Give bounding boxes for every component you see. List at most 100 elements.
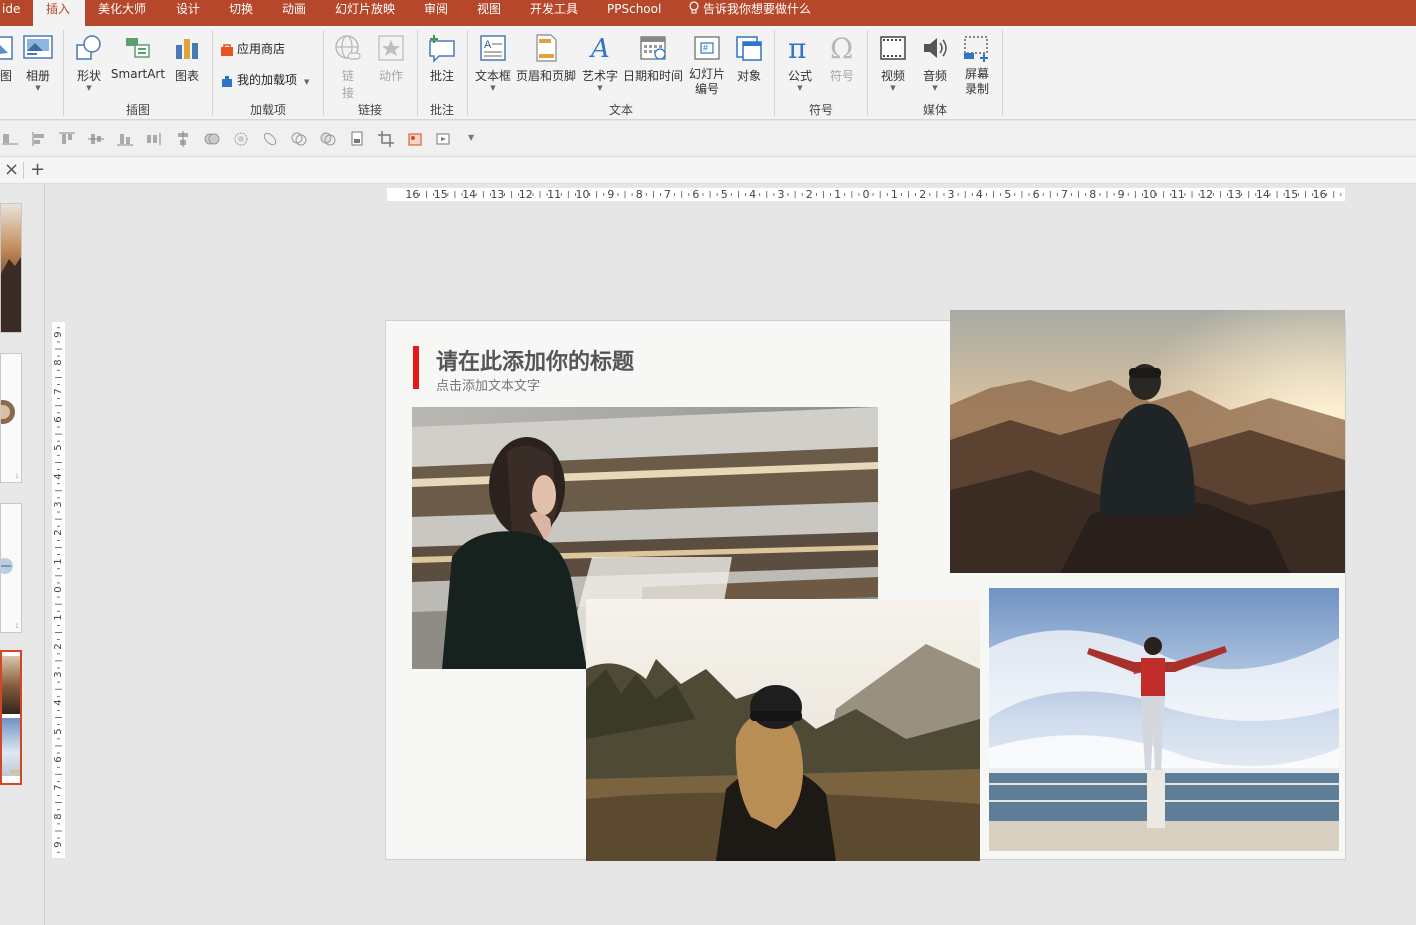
- combine-shapes-icon[interactable]: [233, 131, 249, 147]
- distribute-horizontal-icon[interactable]: [146, 131, 162, 147]
- date-time-label: 日期和时间: [622, 69, 683, 83]
- ruler-tick-label: 13: [490, 188, 505, 201]
- shapes-button[interactable]: 形状 ▼: [72, 33, 106, 92]
- tab-slideshow[interactable]: 幻灯片放映: [335, 0, 395, 26]
- video-film-icon: [880, 36, 906, 60]
- chevron-down-icon: ▼: [35, 84, 41, 92]
- photo-album-button[interactable]: 相册 ▼: [22, 33, 54, 92]
- slide-number-button[interactable]: # 幻灯片 编号: [688, 33, 726, 97]
- video-insert-icon[interactable]: [436, 131, 452, 147]
- fragment-shapes-icon[interactable]: [262, 131, 278, 147]
- screen-record-icon: [964, 36, 988, 62]
- ruler-tick-label: 15: [433, 188, 448, 201]
- app-store-button[interactable]: 应用商店: [220, 40, 285, 57]
- group-separator: [323, 30, 324, 116]
- tab-insert[interactable]: 插入: [33, 0, 85, 26]
- distribute-vertical-icon[interactable]: [117, 131, 133, 147]
- title-accent-bar: [413, 346, 419, 389]
- object-button[interactable]: 对象: [734, 33, 764, 84]
- slide-subtitle[interactable]: 点击添加文本文字: [436, 375, 540, 394]
- picture-tools-icon[interactable]: [407, 131, 423, 147]
- slide-number-icon: #: [694, 36, 720, 60]
- shapes-icon: [76, 35, 101, 60]
- ruler-tick-label: 0: [862, 188, 870, 201]
- union-shapes-icon[interactable]: [204, 131, 220, 147]
- tell-me-search[interactable]: 告诉我你想要做什么: [689, 0, 811, 26]
- slide-thumbnail-2[interactable]: 1: [0, 353, 22, 483]
- video-button[interactable]: 视频 ▼: [877, 33, 909, 92]
- equation-button[interactable]: π 公式 ▼: [785, 33, 815, 92]
- close-pane-button[interactable]: ×: [4, 160, 19, 180]
- ruler-tick-label: 13: [1227, 188, 1242, 201]
- tell-me-text: 告诉我你想要做什么: [703, 2, 812, 16]
- tab-animations[interactable]: 动画: [282, 0, 306, 26]
- ruler-tick-label: 9: [53, 841, 64, 848]
- header-footer-label: 页眉和页脚: [515, 69, 576, 83]
- comment-button[interactable]: 批注: [427, 33, 457, 84]
- chart-button[interactable]: 图表: [172, 33, 202, 84]
- ruler-tick-label: 3: [777, 188, 785, 201]
- slide-thumbnail-1[interactable]: [0, 203, 22, 333]
- ruler-tick-label: 16: [1312, 188, 1327, 201]
- tab-transitions[interactable]: 切换: [229, 0, 253, 26]
- group-separator: [417, 30, 418, 116]
- add-button[interactable]: +: [30, 160, 45, 180]
- wordart-button[interactable]: A 艺术字 ▼: [582, 33, 618, 92]
- comment-label: 批注: [429, 69, 454, 83]
- subtract-shapes-icon[interactable]: [320, 131, 336, 147]
- photo-woman-forest[interactable]: [586, 599, 980, 861]
- screen-recording-button[interactable]: 屏幕 录制: [961, 33, 993, 97]
- align-center-icon[interactable]: [175, 131, 191, 147]
- video-label: 视频: [880, 69, 905, 83]
- intersect-shapes-icon[interactable]: [291, 131, 307, 147]
- tab-beautify-master[interactable]: 美化大师: [98, 0, 146, 26]
- audio-button[interactable]: 音频 ▼: [919, 33, 951, 92]
- save-picture-icon[interactable]: [349, 131, 365, 147]
- align-bottom-icon[interactable]: [2, 131, 18, 147]
- ruler-tick-label: 3: [53, 671, 64, 678]
- store-bag-icon: [221, 43, 233, 56]
- tab-view[interactable]: 视图: [477, 0, 501, 26]
- slide-number-label-1: 幻灯片: [688, 67, 725, 81]
- action-button[interactable]: 动作: [374, 33, 408, 84]
- smartart-button[interactable]: SmartArt: [110, 33, 166, 81]
- picture-button[interactable]: 图: [0, 33, 14, 84]
- svg-text:1: 1: [15, 473, 19, 480]
- group-separator: [867, 30, 868, 116]
- align-middle-icon[interactable]: [88, 131, 104, 147]
- tab-review[interactable]: 审阅: [424, 0, 448, 26]
- symbol-button[interactable]: Ω 符号: [827, 33, 857, 84]
- tab-design[interactable]: 设计: [176, 0, 200, 26]
- toolbar-overflow-icon[interactable]: ▼: [468, 133, 474, 142]
- ruler-tick-label: 4: [53, 472, 64, 480]
- tab-slide[interactable]: ide: [0, 0, 22, 26]
- date-time-button[interactable]: 日期和时间: [622, 33, 684, 84]
- vertical-ruler: 9 8 7 6 5 4 3 2 1 0 1 2 3 4 5 6 7 8 9: [52, 322, 65, 858]
- my-addins-button[interactable]: 我的加载项 ▼: [220, 71, 309, 88]
- link-button[interactable]: 链 接: [333, 33, 363, 101]
- ruler-tick-label: 5: [53, 728, 64, 735]
- photo-man-mountain-sunset[interactable]: [950, 310, 1345, 573]
- svg-text:A: A: [589, 34, 610, 63]
- slide-thumbnail-4-selected[interactable]: [0, 650, 22, 785]
- ruler-tick-label: 6: [1032, 188, 1040, 201]
- object-label: 对象: [736, 69, 761, 83]
- ruler-tick-label: 9: [1117, 188, 1125, 201]
- textbox-button[interactable]: A 文本框 ▼: [474, 33, 512, 92]
- tab-ppschool[interactable]: PPSchool: [607, 0, 661, 26]
- ruler-tick-label: 9: [53, 331, 64, 338]
- header-footer-button[interactable]: 页眉和页脚: [515, 33, 577, 84]
- addins-puzzle-icon: [222, 75, 232, 87]
- align-top-icon[interactable]: [59, 131, 75, 147]
- slide-canvas[interactable]: 请在此添加你的标题 点击添加文本文字: [385, 310, 1346, 861]
- slide-thumbnail-3[interactable]: 1: [0, 503, 22, 633]
- ruler-tick-label: 12: [1199, 188, 1214, 201]
- tab-developer[interactable]: 开发工具: [530, 0, 578, 26]
- crop-icon[interactable]: [378, 131, 394, 147]
- photo-man-arms-raised[interactable]: [989, 588, 1339, 851]
- slide-title[interactable]: 请在此添加你的标题: [436, 344, 634, 376]
- alignment-toolbar: ▼: [0, 121, 1416, 157]
- audio-label: 音频: [922, 69, 947, 83]
- shapes-label: 形状: [76, 69, 101, 83]
- align-left-icon[interactable]: [31, 131, 47, 147]
